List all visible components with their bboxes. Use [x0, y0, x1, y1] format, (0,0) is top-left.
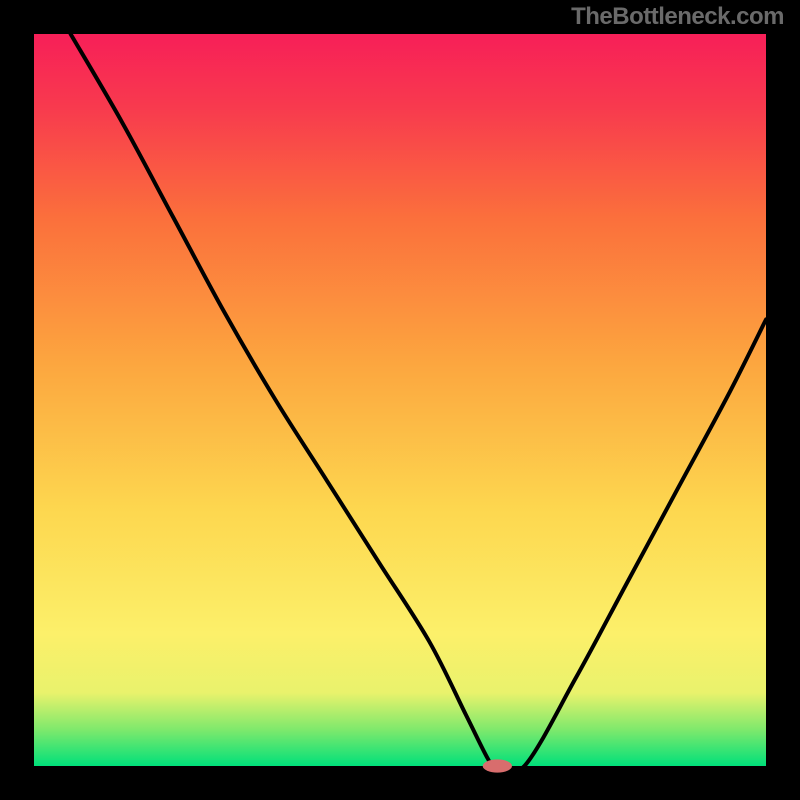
watermark-text: TheBottleneck.com: [571, 3, 784, 31]
chart-svg: [0, 0, 800, 800]
optimum-marker: [483, 759, 512, 772]
bottleneck-chart: TheBottleneck.com: [0, 0, 800, 800]
plot-area: [34, 34, 766, 766]
